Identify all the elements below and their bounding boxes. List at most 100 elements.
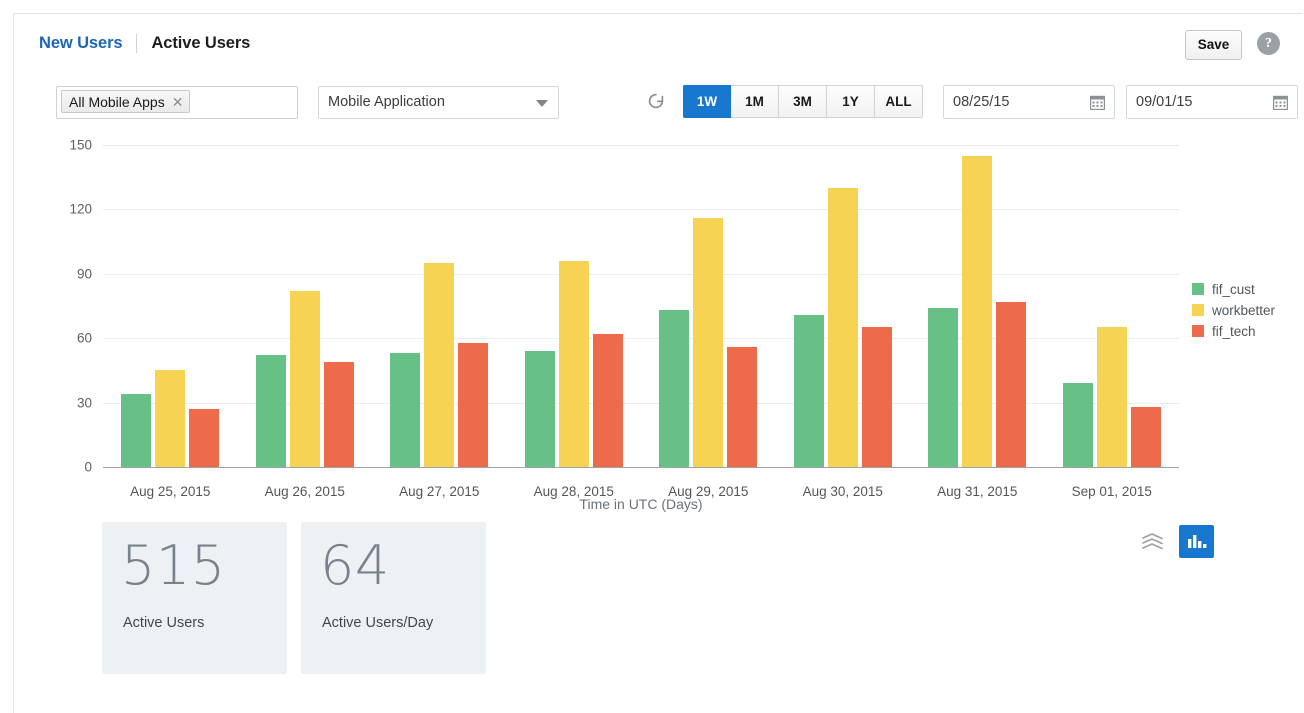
metric-card-active-users: 515 Active Users [102,522,287,674]
bar-fif_cust[interactable] [525,351,555,467]
bar-fif_tech[interactable] [1131,407,1161,467]
app-filter-input[interactable]: All Mobile Apps ✕ [56,86,298,119]
help-icon[interactable]: ? [1257,32,1280,55]
bar-workbetter[interactable] [693,218,723,467]
metric-label: Active Users/Day [322,615,433,631]
bar-fif_tech[interactable] [727,347,757,467]
range-button-3m[interactable]: 3M [779,85,827,118]
range-button-1y[interactable]: 1Y [827,85,875,118]
bar-workbetter[interactable] [424,263,454,467]
legend-swatch [1192,283,1204,295]
bar-fif_tech[interactable] [189,409,219,467]
stream-waves-icon[interactable] [1135,525,1170,558]
legend-item[interactable]: fif_tech [1192,321,1275,341]
save-button[interactable]: Save [1185,30,1242,60]
bar-workbetter[interactable] [559,261,589,467]
legend-item[interactable]: fif_cust [1192,279,1275,299]
refresh-icon[interactable] [645,90,667,112]
calendar-icon[interactable] [1090,95,1105,110]
bar-workbetter[interactable] [962,156,992,467]
metric-value: 64 [320,534,390,597]
bar-group [1063,145,1161,467]
chart-view-toggles [1135,525,1214,558]
date-from-value: 08/25/15 [953,94,1009,110]
app-filter-tag-label: All Mobile Apps [69,94,165,110]
x-axis-tick-label: Aug 26, 2015 [265,484,345,499]
tab-divider [136,34,137,53]
metric-card-active-users-per-day: 64 Active Users/Day [301,522,486,674]
x-axis-title: Time in UTC (Days) [103,496,1179,512]
app-type-select[interactable]: Mobile Application [318,86,559,119]
x-axis-tick-label: Aug 27, 2015 [399,484,479,499]
date-from-input[interactable]: 08/25/15 [943,85,1115,119]
bar-workbetter[interactable] [1097,327,1127,467]
dashboard-panel: New Users Active Users Save ? All Mobile… [13,13,1303,713]
x-axis-tick-label: Sep 01, 2015 [1072,484,1152,499]
x-axis-tick-label: Aug 28, 2015 [534,484,614,499]
chart-plot-area: 0306090120150Aug 25, 2015Aug 26, 2015Aug… [103,145,1179,467]
gridline [103,145,1179,146]
chevron-down-icon [536,100,548,107]
bar-fif_cust[interactable] [928,308,958,467]
app-filter-tag[interactable]: All Mobile Apps ✕ [61,90,190,113]
bar-group [525,145,623,467]
bar-fif_cust[interactable] [1063,383,1093,467]
gridline [103,209,1179,210]
bar-fif_cust[interactable] [659,310,689,467]
x-axis-tick-label: Aug 25, 2015 [130,484,210,499]
x-axis-tick-label: Aug 31, 2015 [937,484,1017,499]
legend-swatch [1192,304,1204,316]
chart-legend: fif_cust workbetter fif_tech [1192,279,1275,342]
bar-fif_tech[interactable] [862,327,892,467]
x-axis-tick-label: Aug 29, 2015 [668,484,748,499]
bar-fif_tech[interactable] [593,334,623,467]
y-axis-tick-label: 90 [77,266,92,281]
bar-group [256,145,354,467]
date-to-input[interactable]: 09/01/15 [1126,85,1298,119]
y-axis-tick-label: 60 [77,331,92,346]
bar-fif_tech[interactable] [458,343,488,468]
bar-fif_cust[interactable] [794,315,824,467]
bar-workbetter[interactable] [155,370,185,467]
y-axis-tick-label: 120 [69,202,92,217]
range-button-1w[interactable]: 1W [683,85,731,118]
legend-item[interactable]: workbetter [1192,300,1275,320]
gridline [103,338,1179,339]
date-range-toggle-group: 1W 1M 3M 1Y ALL [683,85,923,118]
bar-fif_cust[interactable] [121,394,151,467]
x-axis-line [103,467,1179,468]
metric-cards: 515 Active Users 64 Active Users/Day [102,522,486,674]
y-axis-tick-label: 150 [69,138,92,153]
metric-label: Active Users [123,615,204,631]
bar-workbetter[interactable] [290,291,320,467]
legend-swatch [1192,325,1204,337]
bar-group [794,145,892,467]
legend-label: fif_cust [1212,282,1255,297]
calendar-icon[interactable] [1273,95,1288,110]
range-button-all[interactable]: ALL [875,85,923,118]
bar-group [390,145,488,467]
gridline [103,274,1179,275]
bar-fif_cust[interactable] [390,353,420,467]
bar-fif_tech[interactable] [996,302,1026,467]
x-axis-tick-label: Aug 30, 2015 [803,484,883,499]
bar-group [121,145,219,467]
tab-bar: New Users Active Users [39,30,250,56]
bar-workbetter[interactable] [828,188,858,467]
remove-tag-icon[interactable]: ✕ [172,95,184,109]
bar-chart-icon[interactable] [1179,525,1214,558]
gridline [103,403,1179,404]
date-to-value: 09/01/15 [1136,94,1192,110]
bar-group [928,145,1026,467]
tab-active-users[interactable]: Active Users [151,34,250,53]
range-button-1m[interactable]: 1M [731,85,779,118]
metric-value: 515 [121,534,226,597]
bar-fif_tech[interactable] [324,362,354,467]
bar-fif_cust[interactable] [256,355,286,467]
app-type-select-value: Mobile Application [328,94,445,110]
legend-label: workbetter [1212,303,1275,318]
y-axis-tick-label: 30 [77,395,92,410]
bar-group [659,145,757,467]
legend-label: fif_tech [1212,324,1256,339]
tab-new-users[interactable]: New Users [39,34,122,53]
